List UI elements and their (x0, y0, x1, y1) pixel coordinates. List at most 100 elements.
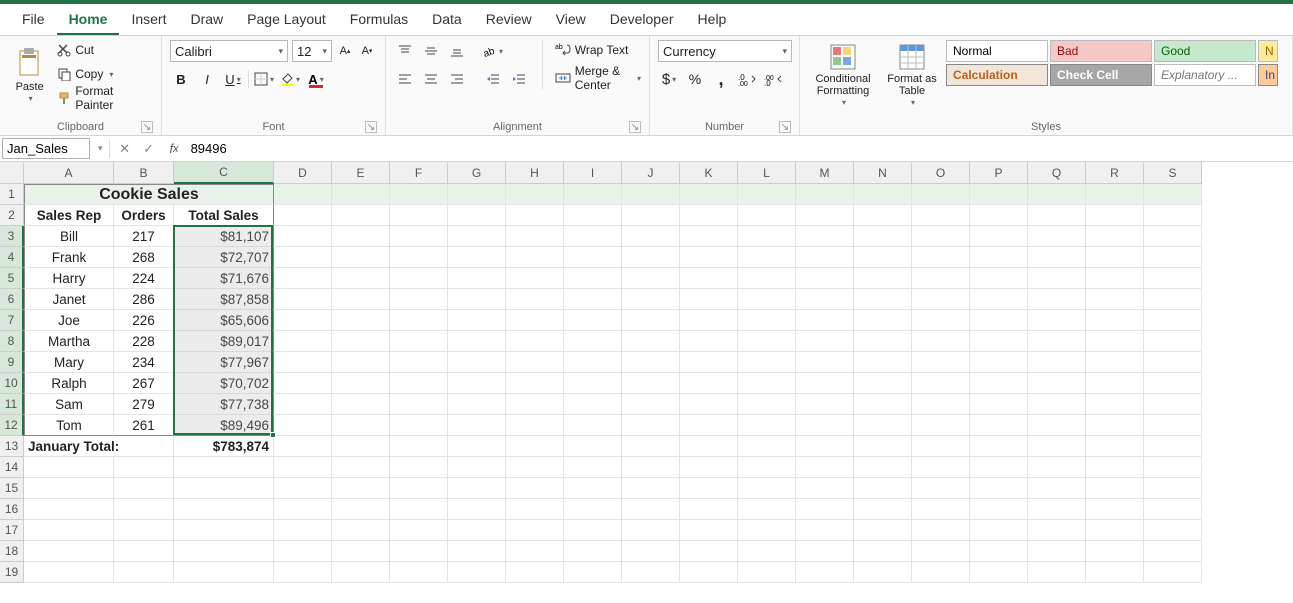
cell-H2[interactable] (506, 205, 564, 226)
cell-L7[interactable] (738, 310, 796, 331)
cell-E16[interactable] (332, 499, 390, 520)
cell-K2[interactable] (680, 205, 738, 226)
cell-H5[interactable] (506, 268, 564, 289)
cell-C3[interactable]: $81,107 (174, 226, 274, 247)
cell-L1[interactable] (738, 184, 796, 205)
tab-developer[interactable]: Developer (598, 5, 686, 35)
cell-I3[interactable] (564, 226, 622, 247)
cell-C15[interactable] (174, 478, 274, 499)
cell-R1[interactable] (1086, 184, 1144, 205)
cell-N9[interactable] (854, 352, 912, 373)
cell-S6[interactable] (1144, 289, 1202, 310)
cell-C19[interactable] (174, 562, 274, 583)
name-box[interactable] (2, 138, 90, 159)
cell-P14[interactable] (970, 457, 1028, 478)
cell-E8[interactable] (332, 331, 390, 352)
cell-G19[interactable] (448, 562, 506, 583)
col-header-R[interactable]: R (1086, 162, 1144, 184)
tab-file[interactable]: File (10, 5, 57, 35)
cell-A10[interactable]: Ralph (24, 373, 114, 394)
cell-S8[interactable] (1144, 331, 1202, 352)
cell-M18[interactable] (796, 541, 854, 562)
cell-L2[interactable] (738, 205, 796, 226)
cell-F15[interactable] (390, 478, 448, 499)
tab-home[interactable]: Home (57, 5, 120, 35)
cut-button[interactable]: Cut (57, 40, 153, 60)
cell-D18[interactable] (274, 541, 332, 562)
row-header-12[interactable]: 12 (0, 415, 24, 436)
cell-F1[interactable] (390, 184, 448, 205)
cell-M5[interactable] (796, 268, 854, 289)
cell-K18[interactable] (680, 541, 738, 562)
cell-R9[interactable] (1086, 352, 1144, 373)
cell-A15[interactable] (24, 478, 114, 499)
cell-B14[interactable] (114, 457, 174, 478)
font-name-combo[interactable]: Calibri▾ (170, 40, 288, 62)
cell-N12[interactable] (854, 415, 912, 436)
cell-E5[interactable] (332, 268, 390, 289)
cell-E6[interactable] (332, 289, 390, 310)
cell-P11[interactable] (970, 394, 1028, 415)
row-header-8[interactable]: 8 (0, 331, 24, 352)
col-header-L[interactable]: L (738, 162, 796, 184)
cell-C11[interactable]: $77,738 (174, 394, 274, 415)
cell-C5[interactable]: $71,676 (174, 268, 274, 289)
cell-G1[interactable] (448, 184, 506, 205)
row-header-4[interactable]: 4 (0, 247, 24, 268)
cell-D12[interactable] (274, 415, 332, 436)
cell-A16[interactable] (24, 499, 114, 520)
cell-I14[interactable] (564, 457, 622, 478)
cell-S17[interactable] (1144, 520, 1202, 541)
cell-G7[interactable] (448, 310, 506, 331)
cell-J2[interactable] (622, 205, 680, 226)
format-as-table-button[interactable]: Format as Table (884, 40, 940, 112)
cell-E15[interactable] (332, 478, 390, 499)
row-header-15[interactable]: 15 (0, 478, 24, 499)
cell-O18[interactable] (912, 541, 970, 562)
cell-B16[interactable] (114, 499, 174, 520)
cell-K8[interactable] (680, 331, 738, 352)
cell-A4[interactable]: Frank (24, 247, 114, 268)
cell-D3[interactable] (274, 226, 332, 247)
align-left-button[interactable] (394, 68, 416, 90)
row-header-10[interactable]: 10 (0, 373, 24, 394)
row-header-3[interactable]: 3 (0, 226, 24, 247)
cell-G16[interactable] (448, 499, 506, 520)
cell-L8[interactable] (738, 331, 796, 352)
cell-D19[interactable] (274, 562, 332, 583)
cell-C4[interactable]: $72,707 (174, 247, 274, 268)
alignment-dialog-launcher[interactable]: ↘ (629, 121, 641, 133)
cell-F3[interactable] (390, 226, 448, 247)
cell-D1[interactable] (274, 184, 332, 205)
cell-O16[interactable] (912, 499, 970, 520)
cell-K17[interactable] (680, 520, 738, 541)
cell-E12[interactable] (332, 415, 390, 436)
cell-Q11[interactable] (1028, 394, 1086, 415)
cell-K5[interactable] (680, 268, 738, 289)
cell-D5[interactable] (274, 268, 332, 289)
style-cell-in[interactable]: In (1258, 64, 1278, 86)
cell-B6[interactable]: 286 (114, 289, 174, 310)
col-header-K[interactable]: K (680, 162, 738, 184)
cell-J19[interactable] (622, 562, 680, 583)
row-header-9[interactable]: 9 (0, 352, 24, 373)
cell-A13[interactable]: January Total: (24, 436, 174, 457)
cell-M8[interactable] (796, 331, 854, 352)
cell-G13[interactable] (448, 436, 506, 457)
cell-N10[interactable] (854, 373, 912, 394)
cell-A8[interactable]: Martha (24, 331, 114, 352)
col-header-S[interactable]: S (1144, 162, 1202, 184)
cell-S12[interactable] (1144, 415, 1202, 436)
cell-A5[interactable]: Harry (24, 268, 114, 289)
cell-I12[interactable] (564, 415, 622, 436)
cell-A11[interactable]: Sam (24, 394, 114, 415)
cell-B2[interactable]: Orders (114, 205, 174, 226)
cell-P4[interactable] (970, 247, 1028, 268)
tab-draw[interactable]: Draw (178, 5, 235, 35)
cell-B4[interactable]: 268 (114, 247, 174, 268)
cell-Q4[interactable] (1028, 247, 1086, 268)
cell-E14[interactable] (332, 457, 390, 478)
cell-G12[interactable] (448, 415, 506, 436)
cell-A3[interactable]: Bill (24, 226, 114, 247)
cell-H17[interactable] (506, 520, 564, 541)
